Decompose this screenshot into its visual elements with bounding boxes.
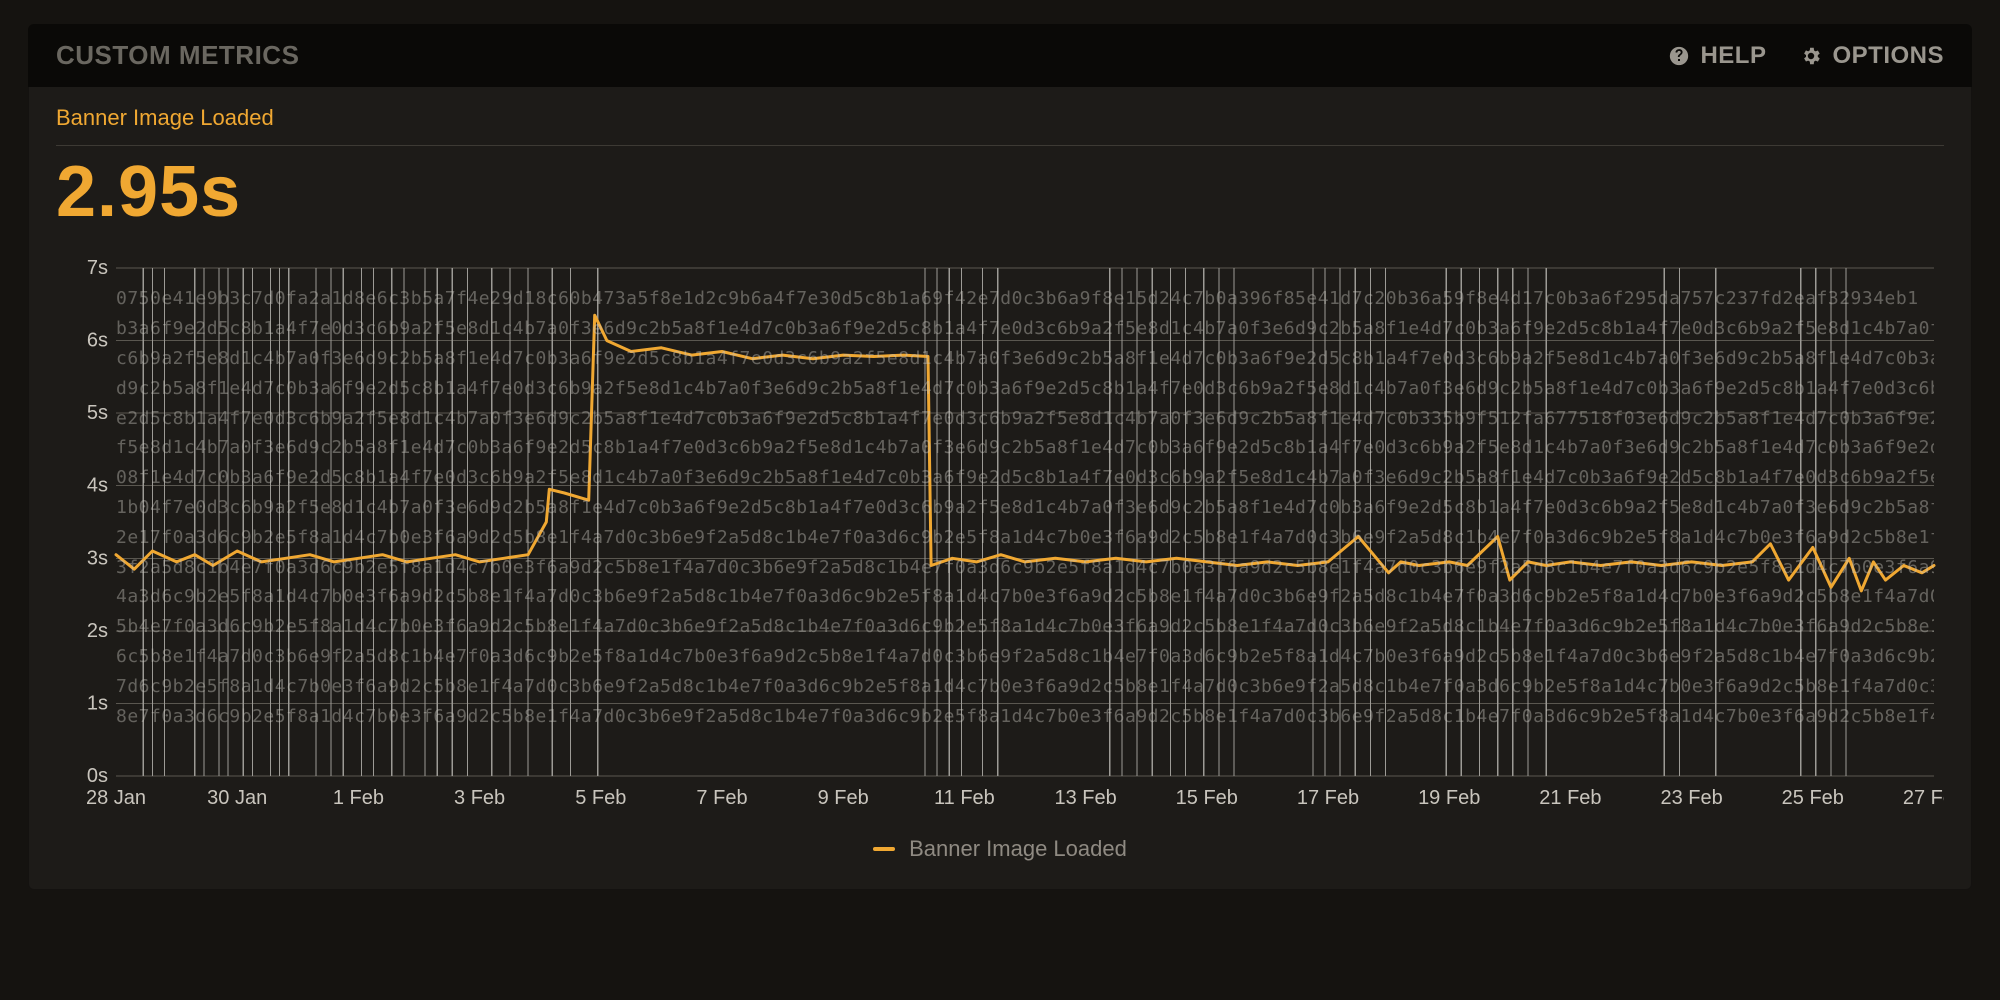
gear-icon — [1800, 45, 1822, 67]
time-series-chart[interactable]: 0s 1s 2s 3s 4s 5s 6s 7s 28 Jan 30 Jan 1 Feb 3 Feb 5 … — [56, 258, 1944, 818]
svg-text:6s: 6s — [87, 330, 108, 352]
svg-text:5 Feb: 5 Feb — [575, 787, 626, 809]
chart-area[interactable]: 0s 1s 2s 3s 4s 5s 6s 7s 28 Jan 30 Jan 1 Feb 3 Feb 5 … — [56, 258, 1944, 818]
svg-text:28 Jan: 28 Jan — [86, 787, 146, 809]
svg-text:11 Feb: 11 Feb — [934, 787, 995, 809]
svg-text:5s: 5s — [87, 402, 108, 424]
panel-title: CUSTOM METRICS — [56, 40, 299, 71]
svg-text:1s: 1s — [87, 692, 108, 714]
svg-text:27 Feb: 27 Feb — [1903, 787, 1944, 809]
custom-metrics-panel: CUSTOM METRICS HELP OPTIONS Banner Image… — [28, 24, 1972, 890]
svg-text:23 Feb: 23 Feb — [1660, 787, 1722, 809]
svg-text:30 Jan: 30 Jan — [207, 787, 267, 809]
panel-header: CUSTOM METRICS HELP OPTIONS — [28, 24, 1972, 87]
svg-text:7s: 7s — [87, 258, 108, 279]
svg-text:9 Feb: 9 Feb — [818, 787, 869, 809]
svg-text:25 Feb: 25 Feb — [1782, 787, 1844, 809]
metric-value: 2.95s — [56, 156, 1944, 228]
svg-text:2s: 2s — [87, 620, 108, 642]
svg-text:21 Feb: 21 Feb — [1539, 787, 1601, 809]
help-icon — [1668, 45, 1690, 67]
panel-body: Banner Image Loaded 2.95s 0s 1s 2s 3s 4s 5s 6s… — [28, 87, 1972, 890]
legend-swatch — [873, 847, 895, 851]
svg-text:13 Feb: 13 Feb — [1054, 787, 1116, 809]
metric-name: Banner Image Loaded — [56, 105, 1944, 131]
legend-label: Banner Image Loaded — [909, 836, 1127, 862]
svg-text:3 Feb: 3 Feb — [454, 787, 505, 809]
svg-text:15 Feb: 15 Feb — [1176, 787, 1238, 809]
svg-text:1 Feb: 1 Feb — [333, 787, 384, 809]
svg-text:17 Feb: 17 Feb — [1297, 787, 1359, 809]
options-label: OPTIONS — [1832, 42, 1944, 70]
svg-text:0s: 0s — [87, 765, 108, 787]
options-button[interactable]: OPTIONS — [1800, 42, 1944, 70]
svg-text:4s: 4s — [87, 475, 108, 497]
chart-legend: Banner Image Loaded — [56, 836, 1944, 862]
divider — [56, 145, 1944, 146]
help-button[interactable]: HELP — [1668, 42, 1766, 70]
svg-text:19 Feb: 19 Feb — [1418, 787, 1480, 809]
svg-text:7 Feb: 7 Feb — [696, 787, 747, 809]
svg-text:3s: 3s — [87, 547, 108, 569]
help-label: HELP — [1700, 42, 1766, 70]
